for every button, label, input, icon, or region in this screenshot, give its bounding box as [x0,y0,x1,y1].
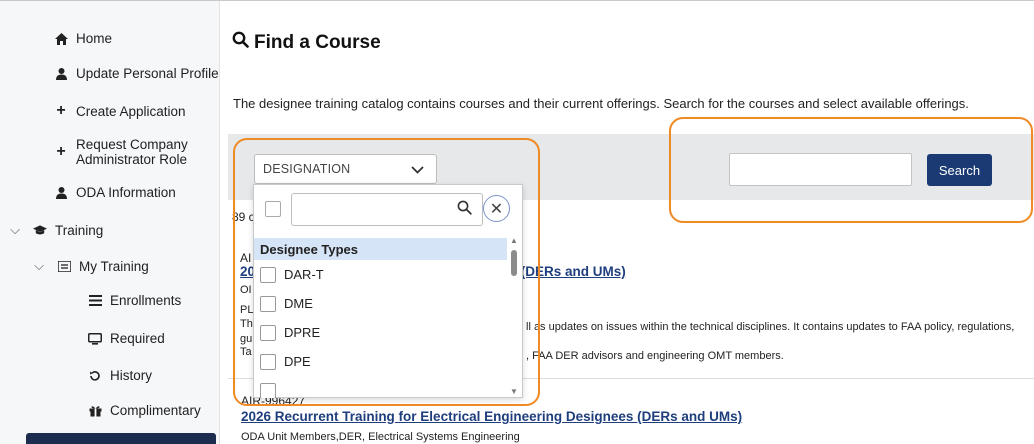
course-description: gu [240,333,253,345]
chevron-down-icon [411,161,424,177]
option-dpe[interactable]: DPE [254,347,507,376]
sidebar-item-label: ODA Information [76,185,176,200]
app-frame: Home Update Personal Profile + Create Ap… [0,0,1034,444]
designation-select[interactable]: DESIGNATION [254,154,437,184]
option-checkbox[interactable] [260,382,276,398]
graduation-cap-icon [33,224,47,236]
course-description: Th [240,318,253,330]
home-icon [54,32,68,45]
sidebar-item-label: Enrollments [110,293,182,308]
search-icon [457,200,472,219]
dropdown-scrollbar[interactable]: ▲ ▼ [509,236,519,396]
search-button[interactable]: Search [927,154,992,186]
monitor-icon [88,332,102,345]
course-code: AI [240,251,252,265]
chevron-down-icon: ⌵ [34,258,44,273]
sidebar-item-my-training[interactable]: ⌵ My Training [32,258,149,274]
option-dme[interactable]: DME [254,289,507,318]
user-icon [54,67,68,80]
sidebar-item-active[interactable] [26,433,216,444]
gift-icon [88,405,102,417]
plus-icon: + [56,102,66,119]
course-item: AI [240,251,251,265]
option-dpre[interactable]: DPRE [254,318,507,347]
list-icon [57,260,71,272]
designation-select-value: DESIGNATION [263,162,351,176]
scroll-down-icon[interactable]: ▼ [510,387,518,396]
course-description: Ta [240,346,252,358]
page-title-text: Find a Course [254,31,381,53]
course-meta: PL [240,304,254,316]
course-meta: OI [240,284,252,296]
sidebar-item-history[interactable]: History [88,368,152,383]
option-checkbox[interactable] [260,266,276,283]
result-count: 89 c [232,210,255,224]
course-description: ll as updates on issues within the techn… [526,321,1015,333]
course-meta: ODA Unit Members,DER, Electrical Systems… [241,431,520,443]
sidebar-item-oda-information[interactable]: ODA Information [54,185,176,200]
scrollbar-thumb[interactable] [511,250,517,276]
course-search-input[interactable] [729,153,912,186]
sidebar-item-label: Required [110,331,165,346]
sidebar-item-label: Request Company Administrator Role [76,137,188,167]
sidebar-item-label: Create Application [76,103,186,119]
plus-icon: + [56,143,66,160]
dropdown-options-list: Designee Types DAR-T DME DPRE DPE [254,238,507,398]
close-icon[interactable]: ✕ [483,195,510,222]
sidebar-item-label: History [110,368,153,383]
search-icon [232,31,249,54]
scroll-up-icon[interactable]: ▲ [510,236,518,245]
sidebar-item-enrollments[interactable]: Enrollments [88,293,181,308]
sidebar-item-required[interactable]: Required [88,331,165,346]
list-icon [88,295,102,306]
sidebar-item-training[interactable]: ⌵ Training [8,222,103,238]
page-title: Find a Course [232,31,381,54]
course-title-link[interactable]: 2026 Recurrent Training for Electrical E… [241,409,742,424]
sidebar-item-request-admin-role[interactable]: + Request Company Administrator Role [54,137,188,167]
option-next[interactable] [254,376,507,398]
sidebar-item-create-application[interactable]: + Create Application [54,102,186,120]
user-icon [54,186,68,199]
intro-text: The designee training catalog contains c… [233,96,969,111]
sidebar: Home Update Personal Profile + Create Ap… [0,1,220,444]
sidebar-item-home[interactable]: Home [54,31,112,46]
designation-dropdown: ✕ Designee Types DAR-T DME DPRE DPE ▲ ▼ [253,184,523,398]
option-dar-t[interactable]: DAR-T [254,260,507,289]
course-description: , FAA DER advisors and engineering OMT m… [526,350,784,362]
sidebar-item-complimentary[interactable]: Complimentary [88,403,201,418]
option-checkbox[interactable] [260,295,276,312]
chevron-down-icon: ⌵ [10,222,20,237]
option-checkbox[interactable] [260,324,276,341]
sidebar-item-label: Update Personal Profile [76,66,219,81]
sidebar-item-label: Home [76,31,113,46]
select-all-checkbox[interactable] [265,201,281,217]
option-checkbox[interactable] [260,353,276,370]
sidebar-item-update-profile[interactable]: Update Personal Profile [54,66,219,81]
sidebar-item-label: Complimentary [110,403,201,418]
sidebar-item-label: My Training [79,258,149,274]
dropdown-search-input[interactable] [291,193,483,226]
history-icon [88,370,102,382]
option-group-header: Designee Types [254,238,507,260]
sidebar-item-label: Training [55,222,104,238]
